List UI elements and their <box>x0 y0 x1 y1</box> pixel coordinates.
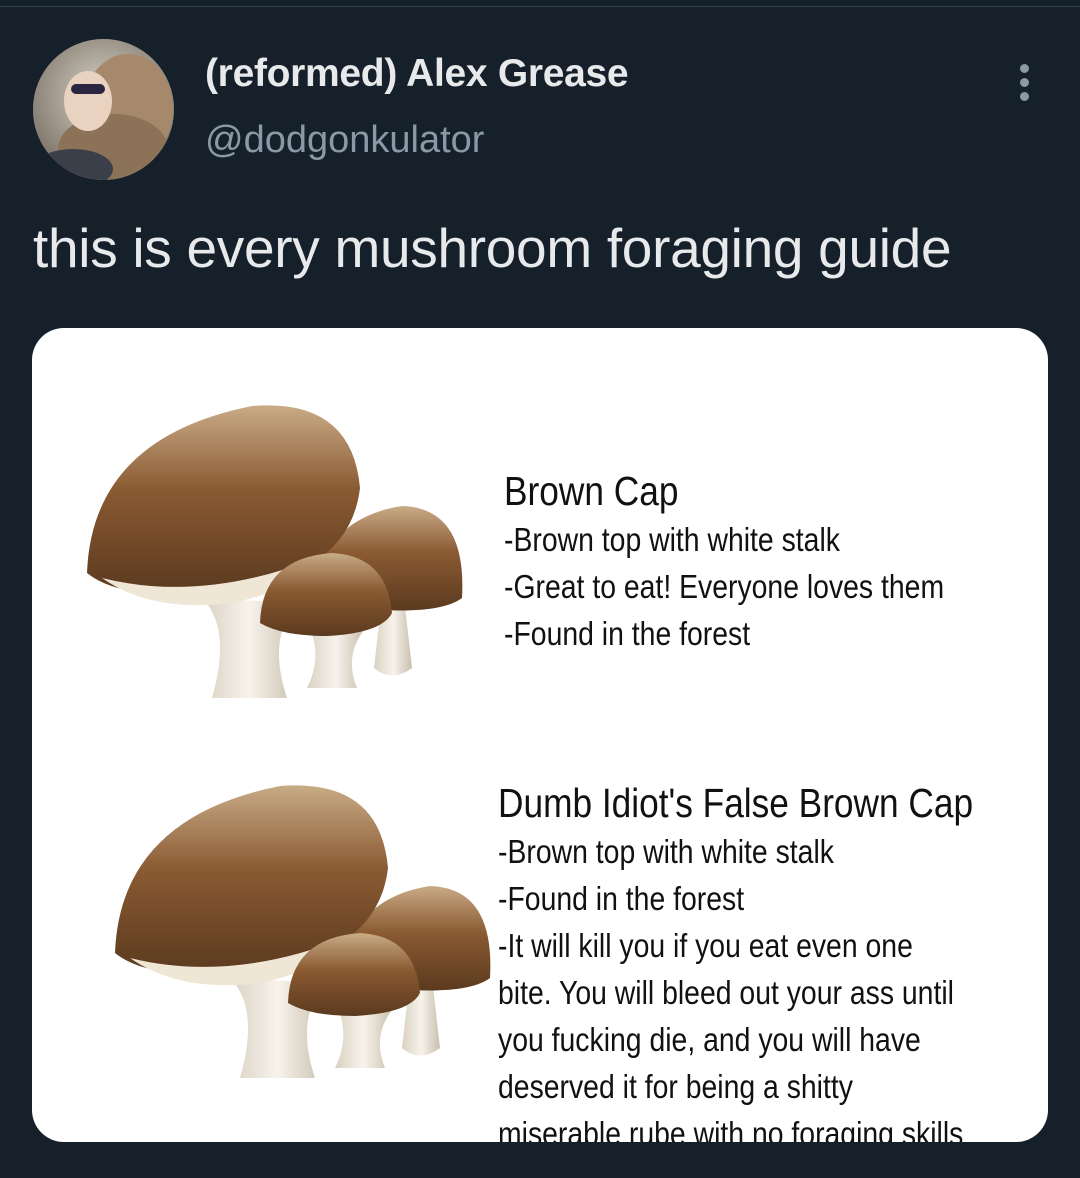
entry-line: bite. You will bleed out your ass until <box>498 974 954 1011</box>
mushroom-cluster-illustration <box>87 405 463 698</box>
guide-entry-brown-cap: Brown Cap -Brown top with white stalk -G… <box>504 466 1016 657</box>
avatar-photo <box>33 39 174 180</box>
tweet-text: this is every mushroom foraging guide <box>33 217 952 279</box>
entry-line: miserable rube with no foraging skills <box>498 1115 964 1142</box>
tweet-media-image[interactable]: Brown Cap -Brown top with white stalk -G… <box>32 328 1048 1142</box>
entry-title: Brown Cap <box>504 468 679 514</box>
entry-line: deserved it for being a shitty <box>498 1068 853 1105</box>
entry-line: you fucking die, and you will have <box>498 1021 921 1058</box>
mushroom-cluster-illustration <box>115 785 491 1078</box>
top-divider <box>0 0 1080 7</box>
avatar[interactable] <box>33 39 174 180</box>
entry-line: -Brown top with white stalk <box>498 833 834 870</box>
guide-entry-false-brown-cap: Dumb Idiot's False Brown Cap -Brown top … <box>498 778 1048 1142</box>
more-vertical-icon[interactable] <box>1010 58 1040 106</box>
entry-line: -Great to eat! Everyone loves them <box>504 568 945 605</box>
entry-title: Dumb Idiot's False Brown Cap <box>498 780 974 826</box>
entry-line: -It will kill you if you eat even one <box>498 927 913 964</box>
entry-line: -Found in the forest <box>498 880 745 917</box>
user-handle[interactable]: @dodgonkulator <box>205 119 484 162</box>
entry-line: -Found in the forest <box>504 615 751 652</box>
display-name[interactable]: (reformed) Alex Grease <box>205 52 629 96</box>
entry-line: -Brown top with white stalk <box>504 521 840 558</box>
